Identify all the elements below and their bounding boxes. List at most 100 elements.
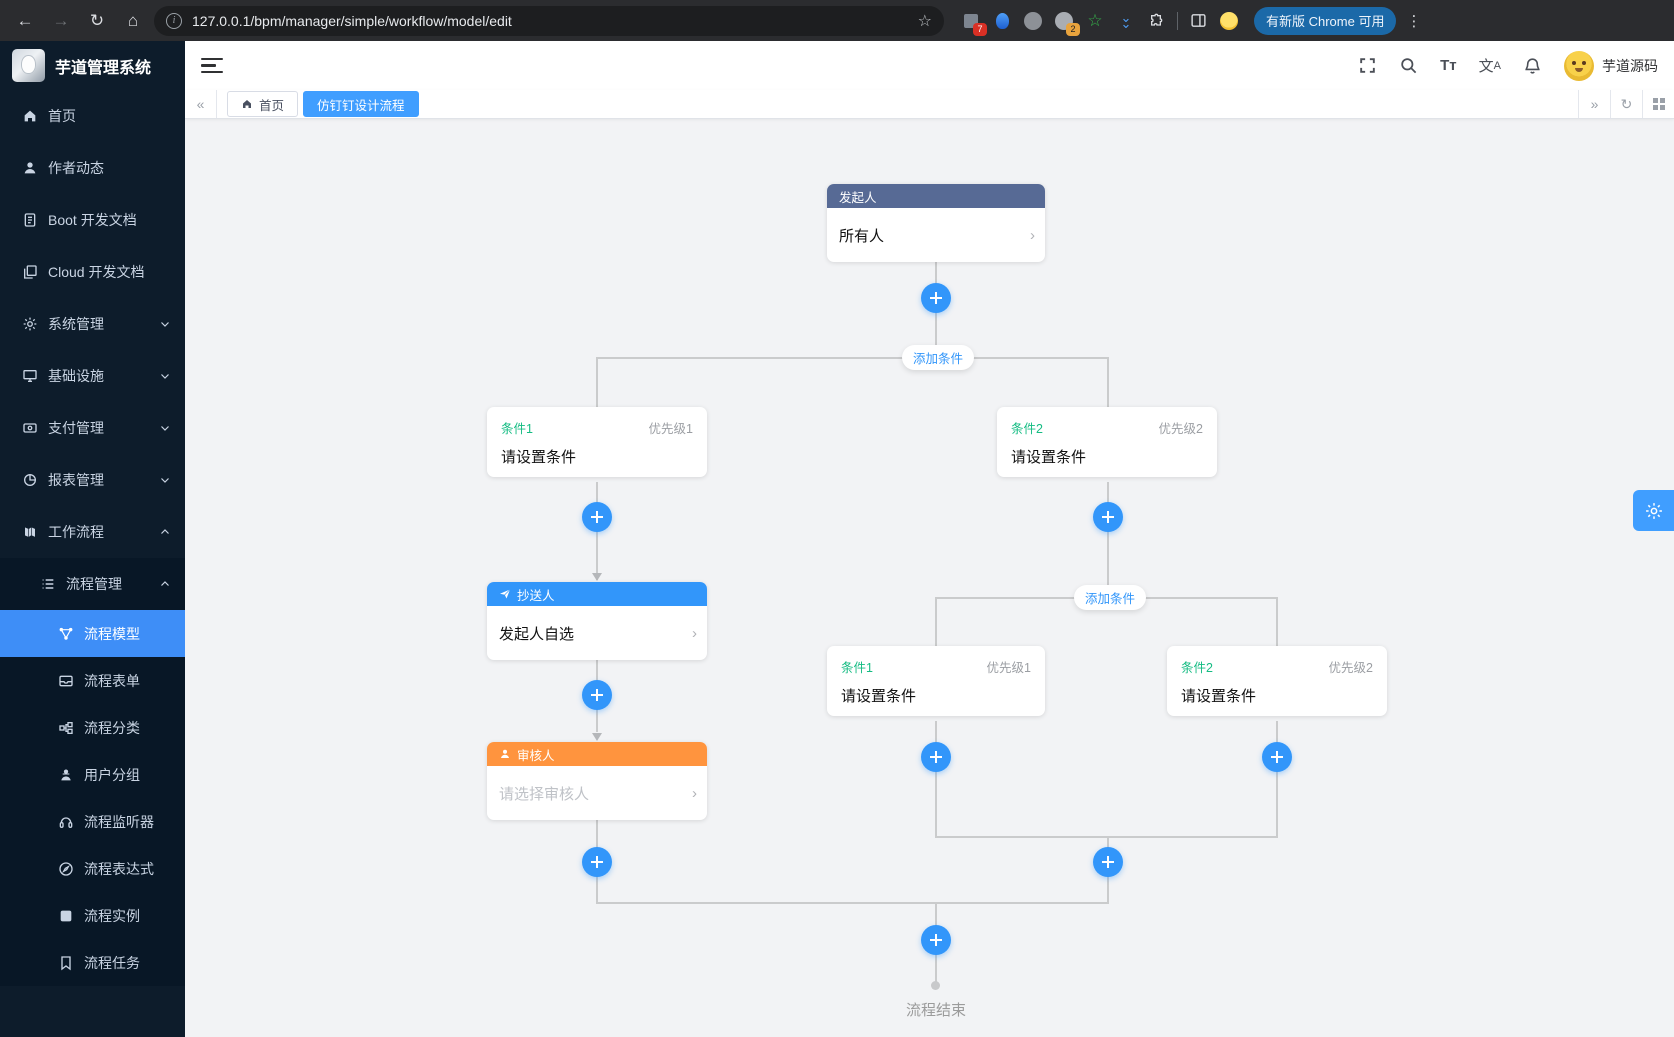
collapse-menu-icon[interactable] bbox=[201, 55, 223, 77]
sidebar-item-9[interactable]: 流程管理 bbox=[0, 558, 185, 610]
user-menu[interactable]: 芋道源码 bbox=[1564, 51, 1658, 81]
sidebar-item-2[interactable]: Boot 开发文档 bbox=[0, 194, 185, 246]
tabs-scroll-right-icon[interactable]: » bbox=[1578, 90, 1610, 118]
sidebar-item-0[interactable]: 首页 bbox=[0, 90, 185, 142]
condition-title: 条件1 bbox=[501, 418, 533, 437]
sidebar-item-3[interactable]: Cloud 开发文档 bbox=[0, 246, 185, 298]
chevron-down-icon bbox=[159, 474, 171, 486]
user-icon bbox=[22, 160, 38, 176]
add-node-button[interactable] bbox=[921, 742, 951, 772]
search-icon[interactable] bbox=[1399, 56, 1418, 75]
add-node-button[interactable] bbox=[921, 925, 951, 955]
open-tabs: 首页仿钉钉设计流程 bbox=[217, 91, 1578, 117]
add-node-button[interactable] bbox=[1093, 847, 1123, 877]
doc-copy-icon bbox=[22, 264, 38, 280]
refresh-icon[interactable]: ↻ bbox=[82, 6, 112, 36]
add-node-button[interactable] bbox=[582, 847, 612, 877]
app-header: Tт 文A 芋道源码 bbox=[185, 41, 1674, 90]
approver-node[interactable]: 审核人 请选择审核人› bbox=[487, 742, 707, 820]
forward-icon[interactable]: → bbox=[46, 6, 76, 36]
condition-node[interactable]: 条件1优先级1 请设置条件 bbox=[487, 407, 707, 477]
extension-icon-5[interactable]: ☆ bbox=[1084, 10, 1106, 32]
extension-icon-3[interactable] bbox=[1022, 10, 1044, 32]
profile-avatar-icon[interactable] bbox=[1218, 10, 1240, 32]
chevron-right-icon: › bbox=[1030, 227, 1035, 244]
extension-icon-6[interactable]: ⌄⌄ bbox=[1115, 10, 1137, 32]
add-node-button[interactable] bbox=[921, 283, 951, 313]
add-node-button[interactable] bbox=[1093, 502, 1123, 532]
start-node[interactable]: 发起人 所有人› bbox=[827, 184, 1045, 262]
cc-node-header: 抄送人 bbox=[487, 582, 707, 606]
approver-node-body[interactable]: 请选择审核人› bbox=[487, 766, 707, 820]
connector-line bbox=[1276, 598, 1278, 646]
add-node-button[interactable] bbox=[1262, 742, 1292, 772]
url-text[interactable]: 127.0.0.1/bpm/manager/simple/workflow/mo… bbox=[192, 13, 908, 29]
side-panel-icon[interactable] bbox=[1187, 10, 1209, 32]
sidebar-item-label: 首页 bbox=[48, 106, 76, 126]
task-icon bbox=[58, 955, 74, 971]
extension-icon-1[interactable]: 7 bbox=[960, 10, 982, 32]
sidebar-item-14[interactable]: 流程监听器 bbox=[0, 798, 185, 845]
theme-settings-button[interactable] bbox=[1633, 490, 1674, 531]
sidebar-item-label: 流程任务 bbox=[84, 953, 140, 973]
sidebar-item-5[interactable]: 基础设施 bbox=[0, 350, 185, 402]
extension-icon-4[interactable]: 2 bbox=[1053, 10, 1075, 32]
url-bar[interactable]: i 127.0.0.1/bpm/manager/simple/workflow/… bbox=[154, 6, 944, 36]
extension-icon-2[interactable] bbox=[991, 10, 1013, 32]
fullscreen-icon[interactable] bbox=[1358, 56, 1377, 75]
wallet-icon bbox=[22, 420, 38, 436]
add-condition-button[interactable]: 添加条件 bbox=[1074, 585, 1146, 610]
cc-node[interactable]: 抄送人 发起人自选› bbox=[487, 582, 707, 660]
sidebar-item-7[interactable]: 报表管理 bbox=[0, 454, 185, 506]
chevron-up-icon bbox=[159, 578, 171, 590]
sidebar-item-13[interactable]: 用户分组 bbox=[0, 751, 185, 798]
condition-priority: 优先级1 bbox=[987, 657, 1031, 676]
site-info-icon[interactable]: i bbox=[166, 13, 182, 29]
sidebar-item-15[interactable]: 流程表达式 bbox=[0, 845, 185, 892]
chrome-update-chip[interactable]: 有新版 Chrome 可用 bbox=[1254, 7, 1396, 35]
sidebar-item-16[interactable]: 流程实例 bbox=[0, 892, 185, 939]
sidebar-item-label: Cloud 开发文档 bbox=[48, 262, 144, 282]
cc-node-body[interactable]: 发起人自选› bbox=[487, 606, 707, 660]
condition-priority: 优先级2 bbox=[1329, 657, 1373, 676]
sidebar-item-label: 支付管理 bbox=[48, 418, 104, 438]
extensions-puzzle-icon[interactable] bbox=[1146, 10, 1168, 32]
language-icon[interactable]: 文A bbox=[1479, 56, 1501, 75]
tab-1[interactable]: 仿钉钉设计流程 bbox=[303, 91, 419, 117]
add-node-button[interactable] bbox=[582, 680, 612, 710]
category-icon bbox=[58, 720, 74, 736]
browser-home-icon[interactable]: ⌂ bbox=[118, 6, 148, 36]
sidebar-item-11[interactable]: 流程表单 bbox=[0, 657, 185, 704]
sidebar-item-12[interactable]: 流程分类 bbox=[0, 704, 185, 751]
sidebar-item-1[interactable]: 作者动态 bbox=[0, 142, 185, 194]
condition-node[interactable]: 条件2优先级2 请设置条件 bbox=[1167, 646, 1387, 716]
chevron-down-icon bbox=[159, 318, 171, 330]
condition-node[interactable]: 条件1优先级1 请设置条件 bbox=[827, 646, 1045, 716]
sidebar-item-17[interactable]: 流程任务 bbox=[0, 939, 185, 986]
tab-label: 首页 bbox=[259, 95, 284, 114]
tabs-scroll-left-icon[interactable]: « bbox=[185, 90, 217, 118]
browser-toolbar: ← → ↻ ⌂ i 127.0.0.1/bpm/manager/simple/w… bbox=[0, 0, 1674, 41]
tab-layout-icon[interactable] bbox=[1642, 90, 1674, 118]
sidebar-item-10[interactable]: 流程模型 bbox=[0, 610, 185, 657]
app-logo-row[interactable]: 芋道管理系统 bbox=[0, 41, 185, 90]
tab-refresh-icon[interactable]: ↻ bbox=[1610, 90, 1642, 118]
tab-0[interactable]: 首页 bbox=[227, 91, 298, 117]
workflow-canvas[interactable]: 发起人 所有人› 添加条件 添加条件 条件1优先级1 请设置条件 条件2优先级2… bbox=[185, 119, 1674, 1037]
sidebar-item-8[interactable]: 工作流程 bbox=[0, 506, 185, 558]
start-node-body[interactable]: 所有人› bbox=[827, 208, 1045, 262]
app-title: 芋道管理系统 bbox=[55, 54, 151, 78]
connector-line bbox=[1107, 358, 1109, 407]
sidebar-item-4[interactable]: 系统管理 bbox=[0, 298, 185, 350]
condition-node[interactable]: 条件2优先级2 请设置条件 bbox=[997, 407, 1217, 477]
connector-line bbox=[1107, 482, 1109, 598]
sidebar-item-6[interactable]: 支付管理 bbox=[0, 402, 185, 454]
sidebar-item-label: 流程分类 bbox=[84, 718, 140, 738]
browser-menu-icon[interactable]: ⋮ bbox=[1402, 12, 1425, 30]
add-condition-button[interactable]: 添加条件 bbox=[902, 345, 974, 370]
add-node-button[interactable] bbox=[582, 502, 612, 532]
notification-bell-icon[interactable] bbox=[1523, 56, 1542, 75]
back-icon[interactable]: ← bbox=[10, 6, 40, 36]
bookmark-star-icon[interactable]: ☆ bbox=[918, 11, 932, 31]
font-size-icon[interactable]: Tт bbox=[1440, 56, 1457, 75]
